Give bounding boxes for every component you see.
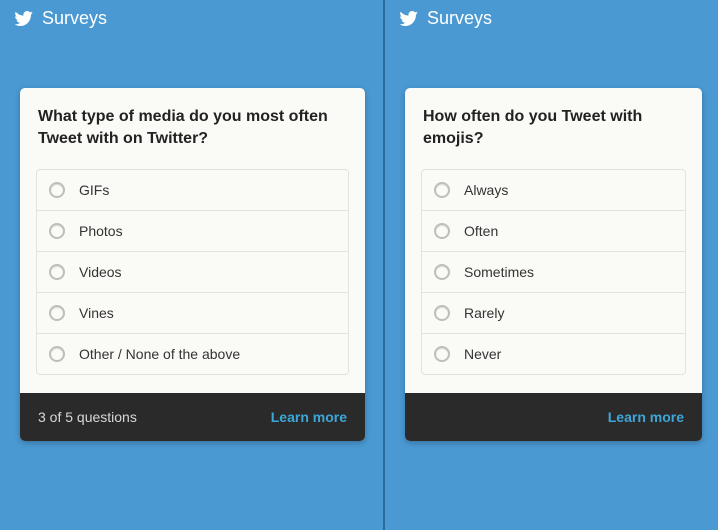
survey-card: What type of media do you most often Twe… — [20, 88, 365, 441]
radio-icon — [49, 305, 65, 321]
radio-icon — [434, 182, 450, 198]
option-item[interactable]: Other / None of the above — [36, 334, 349, 375]
progress-text: 3 of 5 questions — [38, 409, 137, 425]
survey-card: How often do you Tweet with emojis? Alwa… — [405, 88, 702, 441]
header-title: Surveys — [42, 8, 107, 29]
options-list: Always Often Sometimes Rarely Never — [405, 169, 702, 393]
header-title: Surveys — [427, 8, 492, 29]
option-label: Other / None of the above — [79, 346, 240, 362]
option-item[interactable]: Photos — [36, 211, 349, 252]
twitter-bird-icon — [14, 11, 34, 27]
radio-icon — [434, 305, 450, 321]
option-item[interactable]: Videos — [36, 252, 349, 293]
radio-icon — [49, 346, 65, 362]
question-text: What type of media do you most often Twe… — [20, 88, 365, 169]
option-item[interactable]: GIFs — [36, 169, 349, 211]
card-footer: 3 of 5 questions Learn more — [20, 393, 365, 441]
option-label: Videos — [79, 264, 122, 280]
option-item[interactable]: Often — [421, 211, 686, 252]
option-item[interactable]: Vines — [36, 293, 349, 334]
survey-panel-left: Surveys What type of media do you most o… — [0, 0, 385, 530]
option-label: Never — [464, 346, 501, 362]
radio-icon — [49, 182, 65, 198]
option-item[interactable]: Rarely — [421, 293, 686, 334]
option-label: Always — [464, 182, 508, 198]
option-item[interactable]: Sometimes — [421, 252, 686, 293]
radio-icon — [434, 223, 450, 239]
option-label: Vines — [79, 305, 114, 321]
card-footer: Learn more — [405, 393, 702, 441]
header: Surveys — [385, 0, 718, 37]
radio-icon — [49, 264, 65, 280]
option-item[interactable]: Never — [421, 334, 686, 375]
option-label: Often — [464, 223, 498, 239]
radio-icon — [49, 223, 65, 239]
header: Surveys — [0, 0, 383, 37]
question-text: How often do you Tweet with emojis? — [405, 88, 702, 169]
survey-panel-right: Surveys How often do you Tweet with emoj… — [385, 0, 718, 530]
twitter-bird-icon — [399, 11, 419, 27]
option-label: Sometimes — [464, 264, 534, 280]
options-list: GIFs Photos Videos Vines Other / None of… — [20, 169, 365, 393]
option-label: GIFs — [79, 182, 109, 198]
option-item[interactable]: Always — [421, 169, 686, 211]
option-label: Rarely — [464, 305, 504, 321]
radio-icon — [434, 346, 450, 362]
option-label: Photos — [79, 223, 123, 239]
learn-more-link[interactable]: Learn more — [271, 409, 347, 425]
radio-icon — [434, 264, 450, 280]
learn-more-link[interactable]: Learn more — [608, 409, 684, 425]
